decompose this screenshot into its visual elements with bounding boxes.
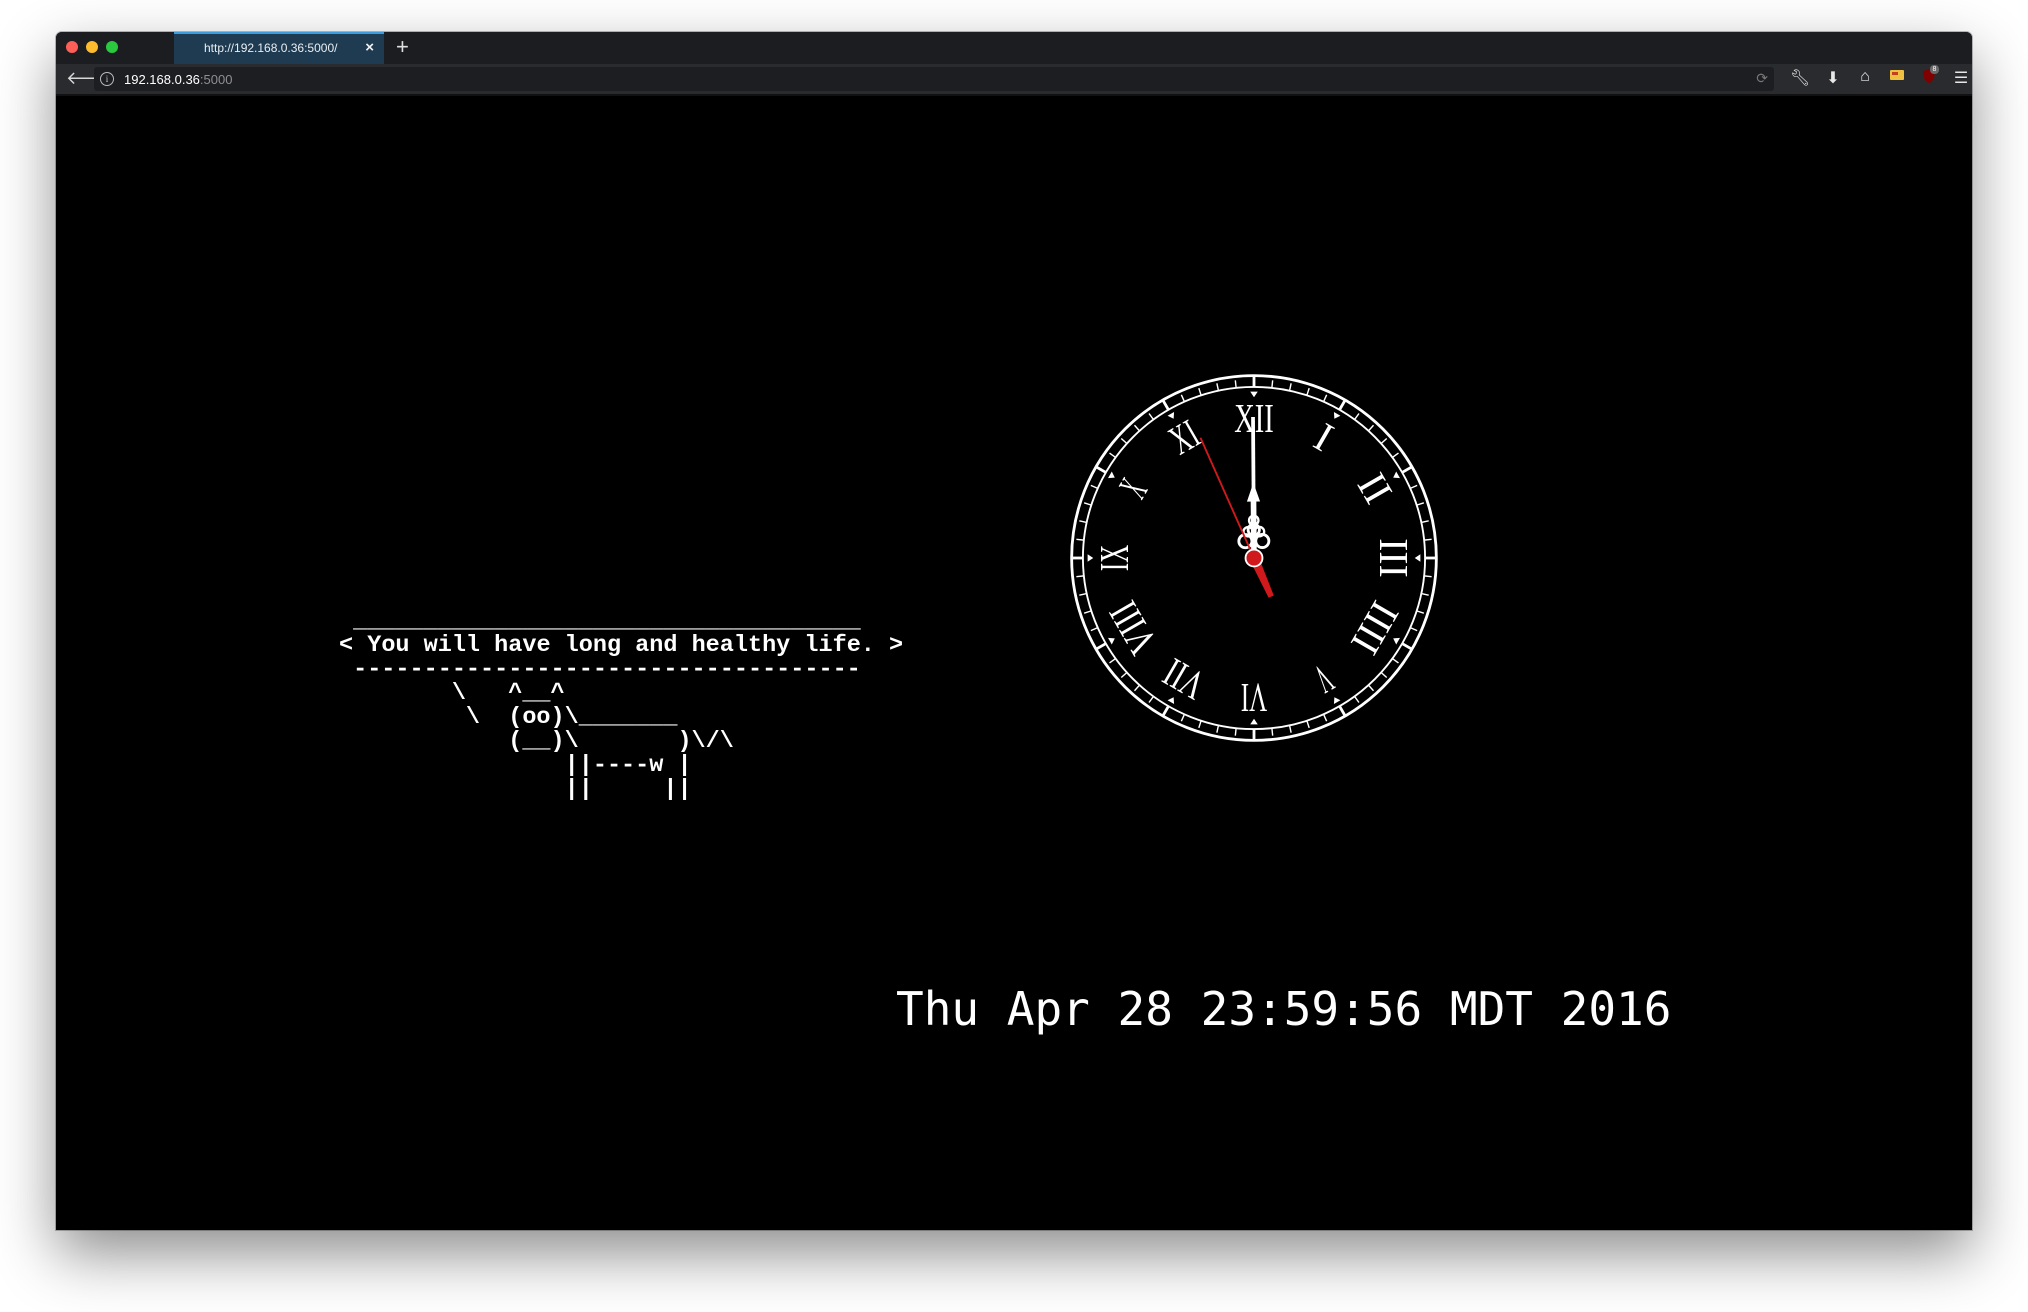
minute-tick	[1133, 684, 1141, 692]
minute-tick	[1198, 720, 1202, 729]
minute-tick	[1338, 399, 1347, 411]
navigation-bar: 🡐 i 192.168.0.36:5000 ⟳ 🔧︎ ⬇ ⌂ 8 ☰	[56, 64, 1972, 96]
wrench-icon[interactable]: 🔧︎	[1789, 68, 1811, 88]
minute-tick	[1109, 657, 1117, 664]
clock-hands	[1199, 416, 1274, 598]
minute-tick	[1353, 413, 1360, 421]
minute-tick	[1416, 502, 1425, 506]
minute-tick	[1401, 642, 1413, 651]
minute-tick	[1120, 437, 1128, 445]
minute-tick	[1234, 380, 1237, 388]
clock-numeral: VIII	[1100, 594, 1166, 663]
browser-tab[interactable]: http://192.168.0.36:5000/ ×	[174, 32, 384, 64]
download-icon[interactable]: ⬇	[1822, 68, 1844, 88]
clock-numeral: IX	[1091, 545, 1137, 571]
minute-tick	[1095, 465, 1107, 474]
clock-numeral: IIII	[1342, 594, 1408, 663]
ublock-badge: 8	[1930, 65, 1939, 74]
minute-tick	[1367, 684, 1375, 692]
minute-tick	[1421, 592, 1429, 596]
minute-tick	[1090, 484, 1098, 490]
window-minimize-button[interactable]	[86, 41, 98, 53]
minute-tick	[1083, 610, 1092, 614]
minute-tick	[1120, 671, 1128, 679]
menu-icon[interactable]: ☰	[1950, 68, 1972, 88]
minute-tick	[1161, 705, 1170, 717]
minute-tick	[1180, 714, 1186, 722]
browser-window: http://192.168.0.36:5000/ × + 🡐 i 192.16…	[56, 32, 1972, 1230]
minute-tick	[1421, 520, 1429, 524]
minute-tick	[1424, 575, 1432, 578]
minute-tick	[1076, 538, 1084, 541]
home-icon[interactable]: ⌂	[1854, 68, 1876, 86]
tab-close-icon[interactable]: ×	[365, 39, 374, 56]
minute-tick	[1079, 520, 1087, 524]
tab-title: http://192.168.0.36:5000/	[204, 41, 338, 55]
minute-tick	[1380, 437, 1388, 445]
minute-tick	[1109, 452, 1117, 459]
minute-tick	[1306, 720, 1310, 729]
minute-tick	[1083, 502, 1092, 506]
url-bar[interactable]: i 192.168.0.36:5000 ⟳	[94, 67, 1774, 91]
clock-numeral: XI	[1161, 410, 1207, 463]
clock-numeral: VII	[1155, 649, 1212, 709]
analog-clock: XIIIIIIIIIIIIVVIVIIVIIIIXXXI	[1070, 374, 1438, 742]
minute-tick	[1288, 725, 1292, 733]
minute-tick	[1391, 657, 1399, 664]
minute-tick	[1216, 725, 1220, 733]
extension-icon[interactable]	[1886, 68, 1908, 87]
minute-tick	[1234, 728, 1237, 736]
datetime-text: Thu Apr 28 23:59:56 MDT 2016	[896, 982, 1672, 1036]
minute-tick	[1338, 705, 1347, 717]
minute-tick	[1090, 626, 1098, 632]
minute-tick	[1380, 671, 1388, 679]
minute-tick	[1076, 575, 1084, 578]
minute-tick	[1367, 424, 1375, 432]
minute-tick	[1424, 538, 1432, 541]
minute-tick	[1079, 592, 1087, 596]
minute-tick	[1353, 695, 1360, 703]
minute-tick	[1095, 642, 1107, 651]
clock-numeral: III	[1371, 538, 1417, 577]
minute-tick	[1401, 465, 1413, 474]
minute-tick	[1288, 383, 1292, 391]
minute-tick	[1180, 394, 1186, 402]
minute-tick	[1198, 387, 1202, 396]
minute-tick	[1410, 484, 1418, 490]
fortune-message: You will have long and healthy life.	[367, 632, 875, 659]
minute-tick	[1410, 626, 1418, 632]
clock-numeral: I	[1307, 414, 1341, 460]
new-tab-icon[interactable]: +	[396, 35, 409, 59]
clock-numeral: V	[1307, 656, 1341, 702]
info-icon[interactable]: i	[100, 72, 114, 86]
minute-tick	[1161, 399, 1170, 411]
clock-numeral: VI	[1241, 675, 1267, 721]
minute-tick	[1391, 452, 1399, 459]
clock-numeral: II	[1349, 465, 1402, 511]
minute-tick	[1322, 714, 1328, 722]
clock-center-pin	[1246, 550, 1262, 566]
minute-tick	[1306, 387, 1310, 396]
minute-tick	[1133, 424, 1141, 432]
minute-tick	[1322, 394, 1328, 402]
minute-tick	[1271, 380, 1274, 388]
reload-icon[interactable]: ⟳	[1756, 70, 1768, 87]
minute-tick	[1148, 413, 1155, 421]
window-maximize-button[interactable]	[106, 41, 118, 53]
second-hand	[1199, 437, 1274, 598]
ublock-icon[interactable]: 8	[1918, 65, 1940, 89]
minute-tick	[1271, 728, 1274, 736]
cowsay-art: ____________________________________ < Y…	[339, 608, 904, 803]
window-close-button[interactable]	[66, 41, 78, 53]
minute-tick	[1148, 695, 1155, 703]
tab-bar: http://192.168.0.36:5000/ × +	[56, 32, 1972, 64]
clock-numeral: X	[1110, 471, 1156, 505]
minute-tick	[1216, 383, 1220, 391]
url-text: 192.168.0.36:5000	[124, 72, 233, 87]
minute-tick	[1416, 610, 1425, 614]
